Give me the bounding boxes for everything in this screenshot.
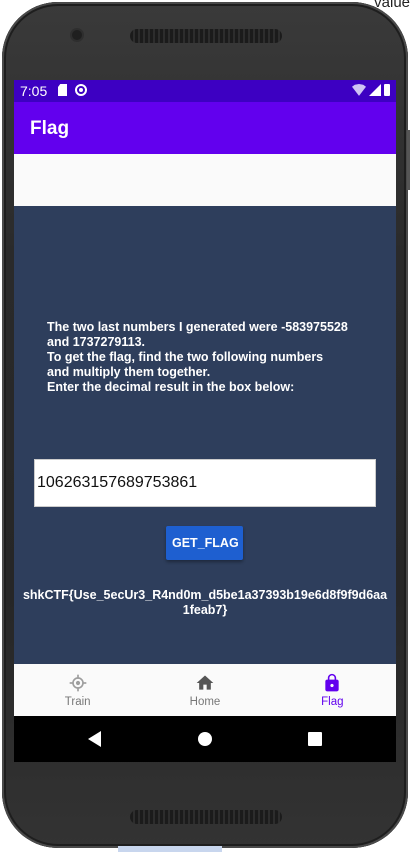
flag-content: The two last numbers I generated were -5… [14,206,396,664]
cell-signal-icon [369,84,381,96]
challenge-instructions: The two last numbers I generated were -5… [47,320,348,394]
status-time: 7:05 [20,83,48,99]
answer-input[interactable] [34,459,376,507]
nav-label-flag: Flag [321,696,344,708]
nav-label-train: Train [64,696,91,708]
page-title: Flag [30,118,70,139]
sync-icon [75,84,87,96]
back-icon[interactable] [88,731,101,747]
device-frame: value 7:05 Flag The two last numbers I g… [0,0,410,852]
nav-item-flag[interactable]: Flag [269,664,396,716]
get-flag-button[interactable]: GET_FLAG [166,526,243,560]
earpiece-speaker [130,29,282,43]
sd-card-icon [58,84,67,96]
status-bar: 7:05 [14,80,396,102]
status-left-icons [58,84,87,96]
nav-item-train[interactable]: Train [14,664,141,716]
lock-icon [325,673,339,692]
recents-icon[interactable] [308,732,322,746]
system-navigation-bar [14,716,396,762]
bottom-speaker [130,810,282,824]
screen: 7:05 Flag The two last numbers I generat… [14,80,396,762]
flag-result-text: shkCTF{Use_5ecUr3_R4nd0m_d5be1a37393b19e… [22,588,388,617]
battery-icon [384,84,390,96]
nav-item-home[interactable]: Home [141,664,268,716]
crosshair-icon [69,674,86,692]
bottom-edge-bar [118,846,222,852]
nav-label-home: Home [189,696,221,708]
header-spacer [14,154,396,206]
wifi-icon [352,84,366,96]
status-right-icons [352,84,390,96]
bottom-navigation: Train Home Flag [14,664,396,716]
home-icon [196,675,214,690]
app-bar: Flag [14,102,396,154]
home-circle-icon[interactable] [198,732,212,746]
front-camera [72,30,82,40]
